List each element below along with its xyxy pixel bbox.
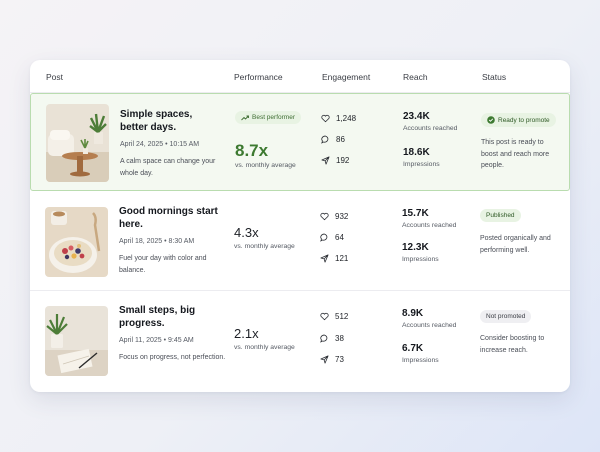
table-row[interactable]: Good mornings start here. April 18, 2025… [30,191,570,291]
accounts-reached-value: 8.9K [402,308,424,319]
send-icon [320,254,329,263]
post-date: April 11, 2025 • 9:45 AM [119,337,194,344]
impressions-value: 12.3K [402,242,429,253]
breakfast-bowl-image [45,207,108,277]
heart-icon [320,212,329,221]
heart-icon [321,114,330,123]
performance-multiplier: 4.3x [234,225,259,240]
impressions-value: 18.6K [403,147,430,158]
send-icon [321,156,330,165]
living-room-image [46,104,109,182]
table-row[interactable]: Small steps, big progress. April 11, 202… [30,290,570,392]
status-note: Posted organically and performing well. [480,235,551,254]
desk-plant-image [45,306,108,376]
performance-label: vs. monthly average [234,344,295,351]
post-description: Fuel your day with color and balance. [119,255,207,274]
posts-table: Post Performance Engagement Reach Status… [30,60,570,392]
impressions-label: Impressions [402,256,439,263]
post-date: April 24, 2025 • 10:15 AM [120,141,200,148]
header-status: Status [482,72,507,82]
heart-icon [320,312,329,321]
status-note: This post is ready to boost and reach mo… [481,139,550,169]
accounts-reached-label: Accounts reached [403,125,458,132]
post-thumbnail[interactable] [46,104,109,182]
performance-multiplier: 2.1x [234,326,259,341]
shares-count: 121 [320,254,348,263]
accounts-reached-label: Accounts reached [402,222,457,229]
post-title[interactable]: Good mornings start here. [119,205,219,231]
performance-label: vs. monthly average [234,243,295,250]
impressions-label: Impressions [403,161,440,168]
header-engagement: Engagement [322,72,371,82]
comment-icon [320,233,328,242]
status-badge[interactable]: Ready to promote [481,113,556,127]
shares-count: 73 [320,355,344,364]
performance-multiplier: 8.7x [235,141,269,160]
badge-label: Best performer [252,114,295,121]
post-date: April 18, 2025 • 8:30 AM [119,238,195,245]
status-note: Consider boosting to increase reach. [480,335,545,354]
post-thumbnail[interactable] [45,207,108,277]
accounts-reached-value: 23.4K [403,111,430,122]
best-performer-badge: Best performer [235,111,301,124]
likes-count: 932 [320,212,348,221]
header-post: Post [46,72,64,82]
header-performance: Performance [234,72,283,82]
accounts-reached-label: Accounts reached [402,322,457,329]
likes-count: 1,248 [321,114,356,123]
performance-label: vs. monthly average [235,162,296,169]
comments-count: 86 [321,135,345,144]
post-thumbnail[interactable] [45,306,108,376]
table-row[interactable]: Simple spaces, better days. April 24, 20… [30,93,570,191]
table-header: Post Performance Engagement Reach Status [30,60,570,93]
comment-icon [320,334,328,343]
impressions-value: 6.7K [402,343,424,354]
comment-icon [321,135,329,144]
likes-count: 512 [320,312,348,321]
post-description: Focus on progress, not perfection. [119,354,226,361]
send-icon [320,355,329,364]
status-badge[interactable]: Not promoted [480,310,532,323]
post-title[interactable]: Simple spaces, better days. [120,108,220,134]
comments-count: 38 [320,334,344,343]
header-reach: Reach [403,72,428,82]
comments-count: 64 [320,233,344,242]
trend-up-icon [241,115,249,120]
check-circle-icon [487,116,495,124]
impressions-label: Impressions [402,357,439,364]
post-description: A calm space can change your whole day. [120,158,216,177]
shares-count: 192 [321,156,349,165]
post-title[interactable]: Small steps, big progress. [119,304,219,330]
accounts-reached-value: 15.7K [402,208,429,219]
status-badge[interactable]: Published [480,209,521,222]
